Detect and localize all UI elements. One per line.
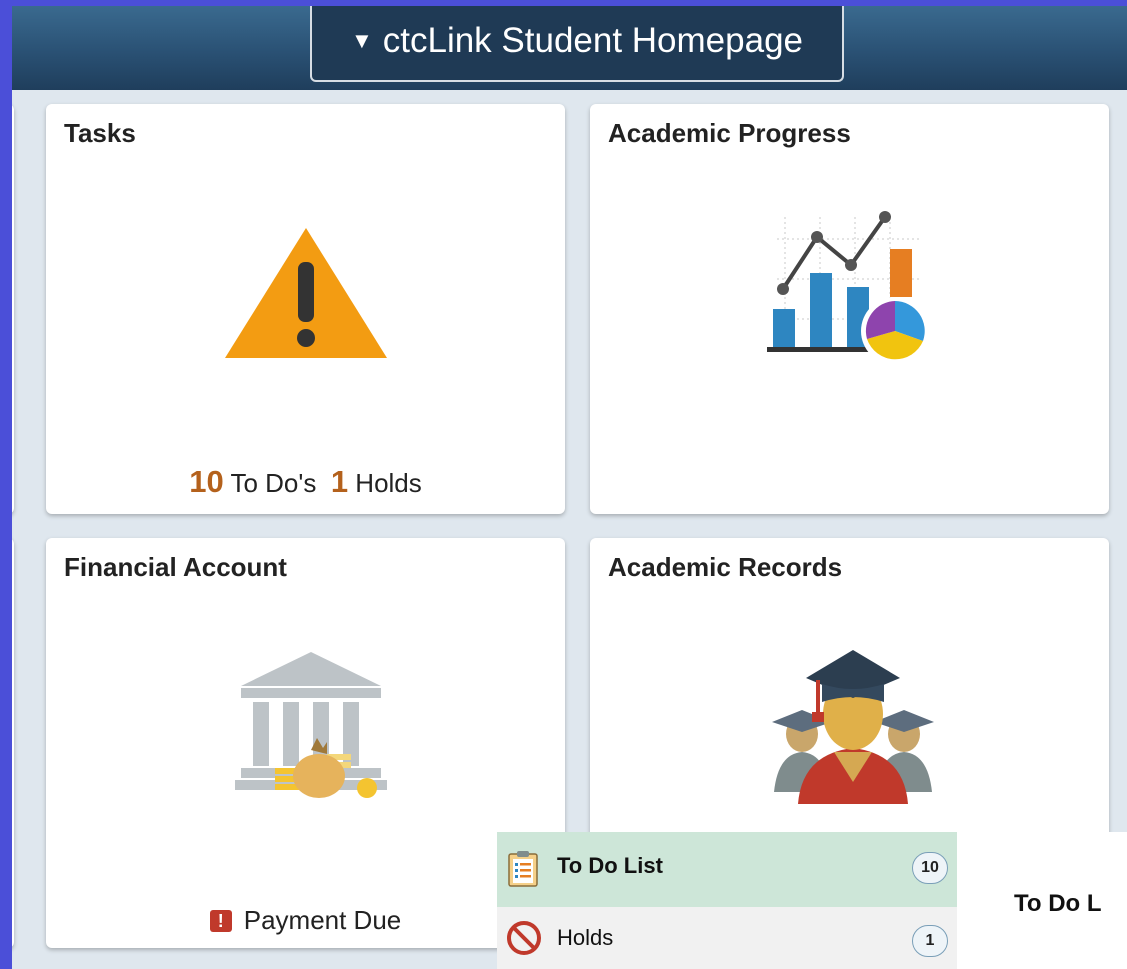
academic-progress-tile-title: Academic Progress [608,118,851,148]
payment-status-label: Payment Due [243,905,402,935]
academic-records-tile-title: Academic Records [608,552,843,582]
left-tile-edge[interactable] [12,104,14,514]
tasks-tile-title: Tasks [64,118,136,148]
financial-account-tile-title: Financial Account [64,552,287,582]
holds-count: 1 [912,925,948,957]
holds-count: 1 [330,464,349,499]
warning-icon [225,228,387,358]
sidebar-item-holds[interactable]: Holds 1 [497,907,957,969]
sidebar-item-todo-list[interactable]: To Do List 10 [497,832,957,908]
financial-account-tile[interactable]: Financial Account ! Payment Due [46,538,565,948]
alert-icon: ! [209,909,232,932]
homepage-selector-button[interactable]: ▼ ctcLink Student Homepage [310,6,844,82]
tasks-detail-panel: To Do List 10 Holds 1 To Do L [497,832,1127,969]
clipboard-list-icon [508,851,538,887]
holds-label: Holds [355,468,422,498]
left-tile-edge[interactable] [12,538,14,948]
todo-list-label: To Do List [557,853,663,878]
header-bar: ▼ ctcLink Student Homepage [12,6,1127,90]
caret-down-icon: ▼ [350,28,373,53]
no-entry-icon [507,921,541,955]
tasks-tile[interactable]: Tasks 10 To Do's 1 Holds [46,104,565,514]
tasks-counts: 10 To Do's 1 Holds [46,464,565,500]
todo-label: To Do's [230,468,317,498]
panel-content-title: To Do L [1014,890,1102,917]
academic-progress-tile[interactable]: Academic Progress [590,104,1109,514]
chart-icon [767,211,929,365]
bank-icon [235,652,387,798]
holds-label: Holds [557,925,614,950]
payment-status: ! Payment Due [46,905,565,936]
homepage-title: ctcLink Student Homepage [382,21,804,60]
todo-list-count: 10 [912,852,948,884]
graduates-icon [772,650,934,804]
homepage-frame: ▼ ctcLink Student Homepage Tasks 10 To D… [12,6,1127,969]
todo-count: 10 [189,464,224,499]
